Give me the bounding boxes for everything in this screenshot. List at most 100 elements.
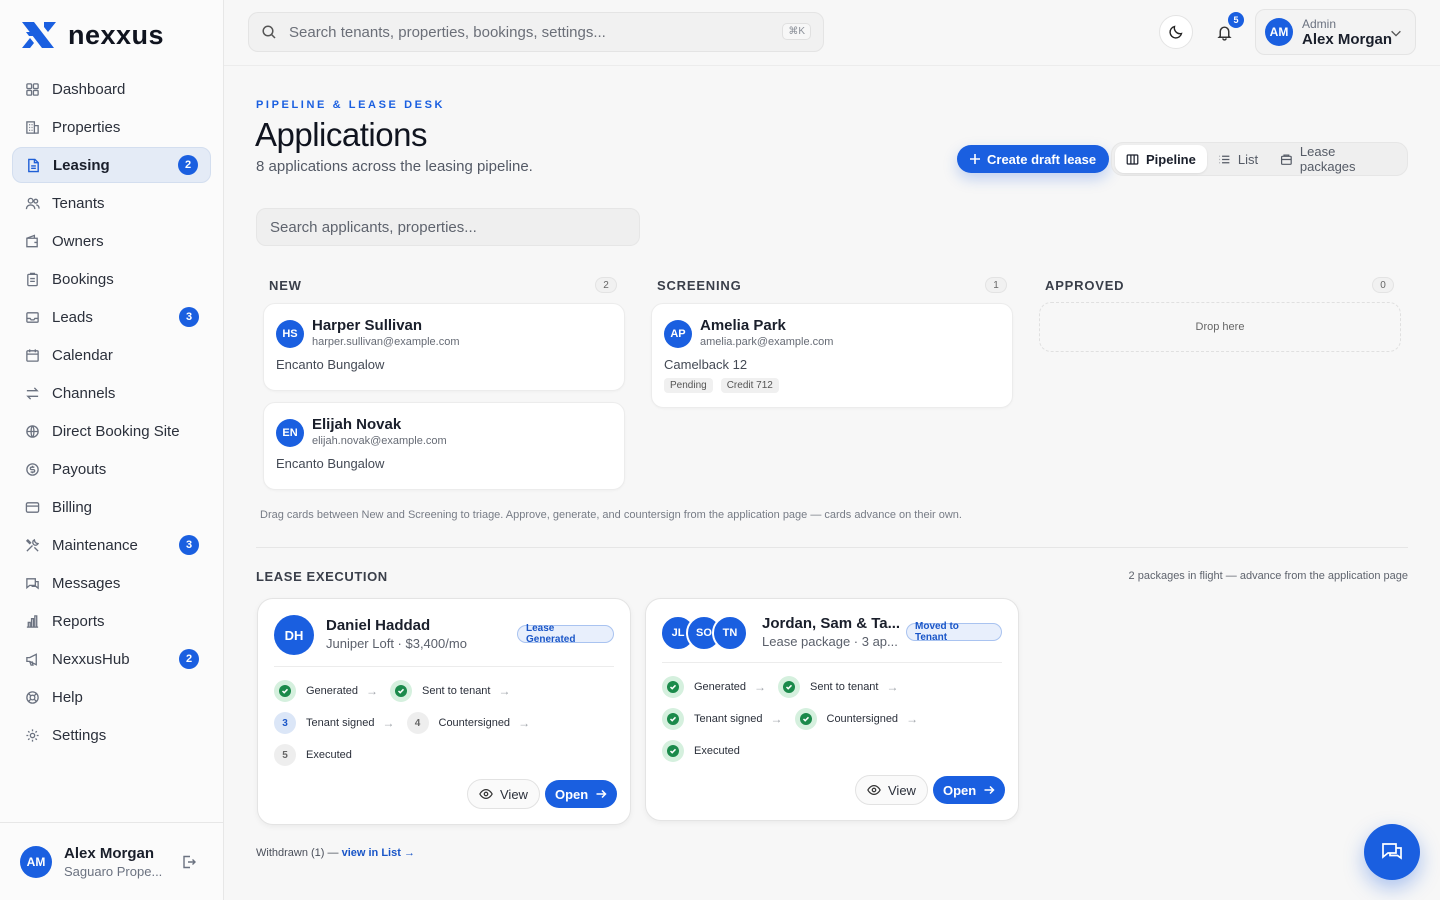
chat-support-button[interactable] [1364, 824, 1420, 880]
arrow-right-icon: → [382, 716, 395, 730]
lease-package-card[interactable]: DH Daniel Haddad Juniper Loft · $3,400/m… [257, 598, 631, 825]
arrow-right-icon: → [886, 680, 899, 694]
step-label: Executed [306, 749, 352, 761]
drop-zone[interactable]: Drop here [1039, 302, 1401, 352]
sidebar-item-label: Calendar [52, 346, 113, 364]
view-button[interactable]: View [467, 779, 540, 809]
global-search[interactable]: ⌘K [248, 12, 824, 52]
page-subtitle: 8 applications across the leasing pipeli… [256, 158, 533, 175]
user-role: Admin [1302, 16, 1337, 31]
plus-icon [970, 154, 980, 164]
sidebar-item-label: Owners [52, 232, 104, 250]
step-row: Generated → Sent to tenant → [274, 680, 522, 702]
count-badge: 2 [178, 155, 198, 175]
arrow-right-icon: → [770, 712, 783, 726]
view-in-list-link[interactable]: view in List → [342, 847, 415, 859]
sidebar-item-messages[interactable]: Messages [12, 565, 211, 601]
lifebuoy-icon [24, 689, 40, 705]
package-subtitle: Lease package · 3 ap... [762, 634, 898, 649]
open-button[interactable]: Open [933, 776, 1006, 804]
applications-search-input[interactable] [270, 218, 620, 236]
status-badge: Moved to Tenant [906, 621, 1002, 643]
column-header-new: NEW [269, 278, 302, 293]
arrow-right-icon: → [906, 712, 919, 726]
sidebar-nav: Dashboard Properties Leasing 2 Tenants O… [12, 71, 211, 755]
step-generated: Generated [662, 676, 746, 698]
sidebar-item-leads[interactable]: Leads 3 [12, 299, 211, 335]
step-label: Executed [694, 745, 740, 757]
theme-toggle-button[interactable] [1159, 15, 1193, 49]
eye-icon [867, 785, 881, 795]
step-generated: Generated [274, 680, 358, 702]
brand-logo[interactable]: nexxus [20, 18, 164, 52]
user-menu[interactable]: AM Admin Alex Morgan [1255, 9, 1416, 55]
moon-icon [1169, 25, 1183, 39]
tab-label: List [1237, 151, 1259, 167]
grid-icon [24, 81, 40, 97]
lease-package-card[interactable]: JL SO TN Jordan, Sam & Ta... Lease packa… [645, 598, 1019, 821]
nexxus-logo-icon [22, 22, 56, 48]
step-complete-indicator [662, 708, 684, 730]
button-label: Open [943, 782, 977, 798]
sidebar-item-channels[interactable]: Channels [12, 375, 211, 411]
sidebar-item-calendar[interactable]: Calendar [12, 337, 211, 373]
application-card[interactable]: AP Amelia Park amelia.park@example.com C… [651, 303, 1013, 408]
tab-pipeline[interactable]: Pipeline [1115, 145, 1207, 173]
step-number: 4 [406, 712, 429, 734]
application-card[interactable]: HS Harper Sullivan harper.sullivan@examp… [263, 303, 625, 391]
count-badge: 3 [179, 307, 199, 327]
view-button[interactable]: View [855, 775, 928, 805]
applicant-name: Amelia Park [700, 317, 786, 334]
check-icon [785, 684, 793, 690]
logout-icon[interactable] [181, 854, 197, 870]
arrow-right-icon [596, 789, 607, 799]
sidebar-item-bookings[interactable]: Bookings [12, 261, 211, 297]
column-count: 0 [1372, 277, 1394, 293]
step-complete-indicator [777, 676, 800, 698]
sidebar-item-label: Bookings [52, 270, 114, 288]
open-button[interactable]: Open [545, 780, 618, 808]
tab-list[interactable]: List [1207, 145, 1269, 173]
applications-search[interactable] [256, 208, 640, 246]
sidebar-item-tenants[interactable]: Tenants [12, 185, 211, 221]
sidebar-item-dashboard[interactable]: Dashboard [12, 71, 211, 107]
card-icon [24, 499, 40, 515]
sidebar-item-settings[interactable]: Settings [12, 717, 211, 753]
sidebar-item-billing[interactable]: Billing [12, 489, 211, 525]
megaphone-icon [24, 651, 40, 667]
sidebar-item-label: Channels [52, 384, 116, 402]
sidebar-item-properties[interactable]: Properties [12, 109, 211, 145]
sidebar-item-reports[interactable]: Reports [12, 603, 211, 639]
step-complete-indicator [274, 680, 296, 702]
application-card[interactable]: EN Elijah Novak elijah.novak@example.com… [263, 402, 625, 490]
tab-lease-packages[interactable]: Lease packages [1269, 144, 1404, 174]
sidebar-item-payouts[interactable]: Payouts [12, 451, 211, 487]
brand-name: nexxus [68, 19, 165, 50]
step-label: Tenant signed [306, 717, 375, 729]
button-label: View [500, 786, 528, 802]
sidebar-item-maintenance[interactable]: Maintenance 3 [12, 527, 211, 563]
column-count: 2 [595, 277, 617, 293]
sidebar-item-direct-booking-site[interactable]: Direct Booking Site [12, 413, 211, 449]
sidebar-user-profile[interactable]: AM Alex Morgan Saguaro Prope... [0, 822, 223, 900]
view-switcher: Pipeline List Lease packages [1111, 142, 1408, 176]
sidebar-item-leasing[interactable]: Leasing 2 [12, 147, 211, 183]
global-search-input[interactable] [289, 23, 749, 41]
shortcut-hint: ⌘K [782, 23, 811, 40]
check-icon [802, 716, 809, 722]
user-name: Alex Morgan [64, 844, 155, 862]
create-draft-lease-button[interactable]: Create draft lease [957, 145, 1110, 173]
sidebar-item-owners[interactable]: Owners [12, 223, 211, 259]
step-label: Countersigned [438, 717, 511, 729]
withdrawn-text: Withdrawn (1) — [256, 847, 339, 859]
property-name: Encanto Bungalow [276, 456, 385, 471]
section-note: 2 packages in flight — advance from the … [1128, 570, 1408, 582]
sidebar-item-nexxushub[interactable]: NexxusHub 2 [12, 641, 211, 677]
arrow-right-icon: → [365, 684, 378, 698]
sidebar-item-label: Maintenance [52, 536, 138, 554]
sidebar: nexxus Dashboard Properties Leasing 2 Te… [0, 0, 224, 900]
clipboard-icon [24, 271, 40, 287]
list-icon [1219, 155, 1230, 163]
sidebar-item-label: Tenants [52, 194, 105, 212]
sidebar-item-help[interactable]: Help [12, 679, 211, 715]
